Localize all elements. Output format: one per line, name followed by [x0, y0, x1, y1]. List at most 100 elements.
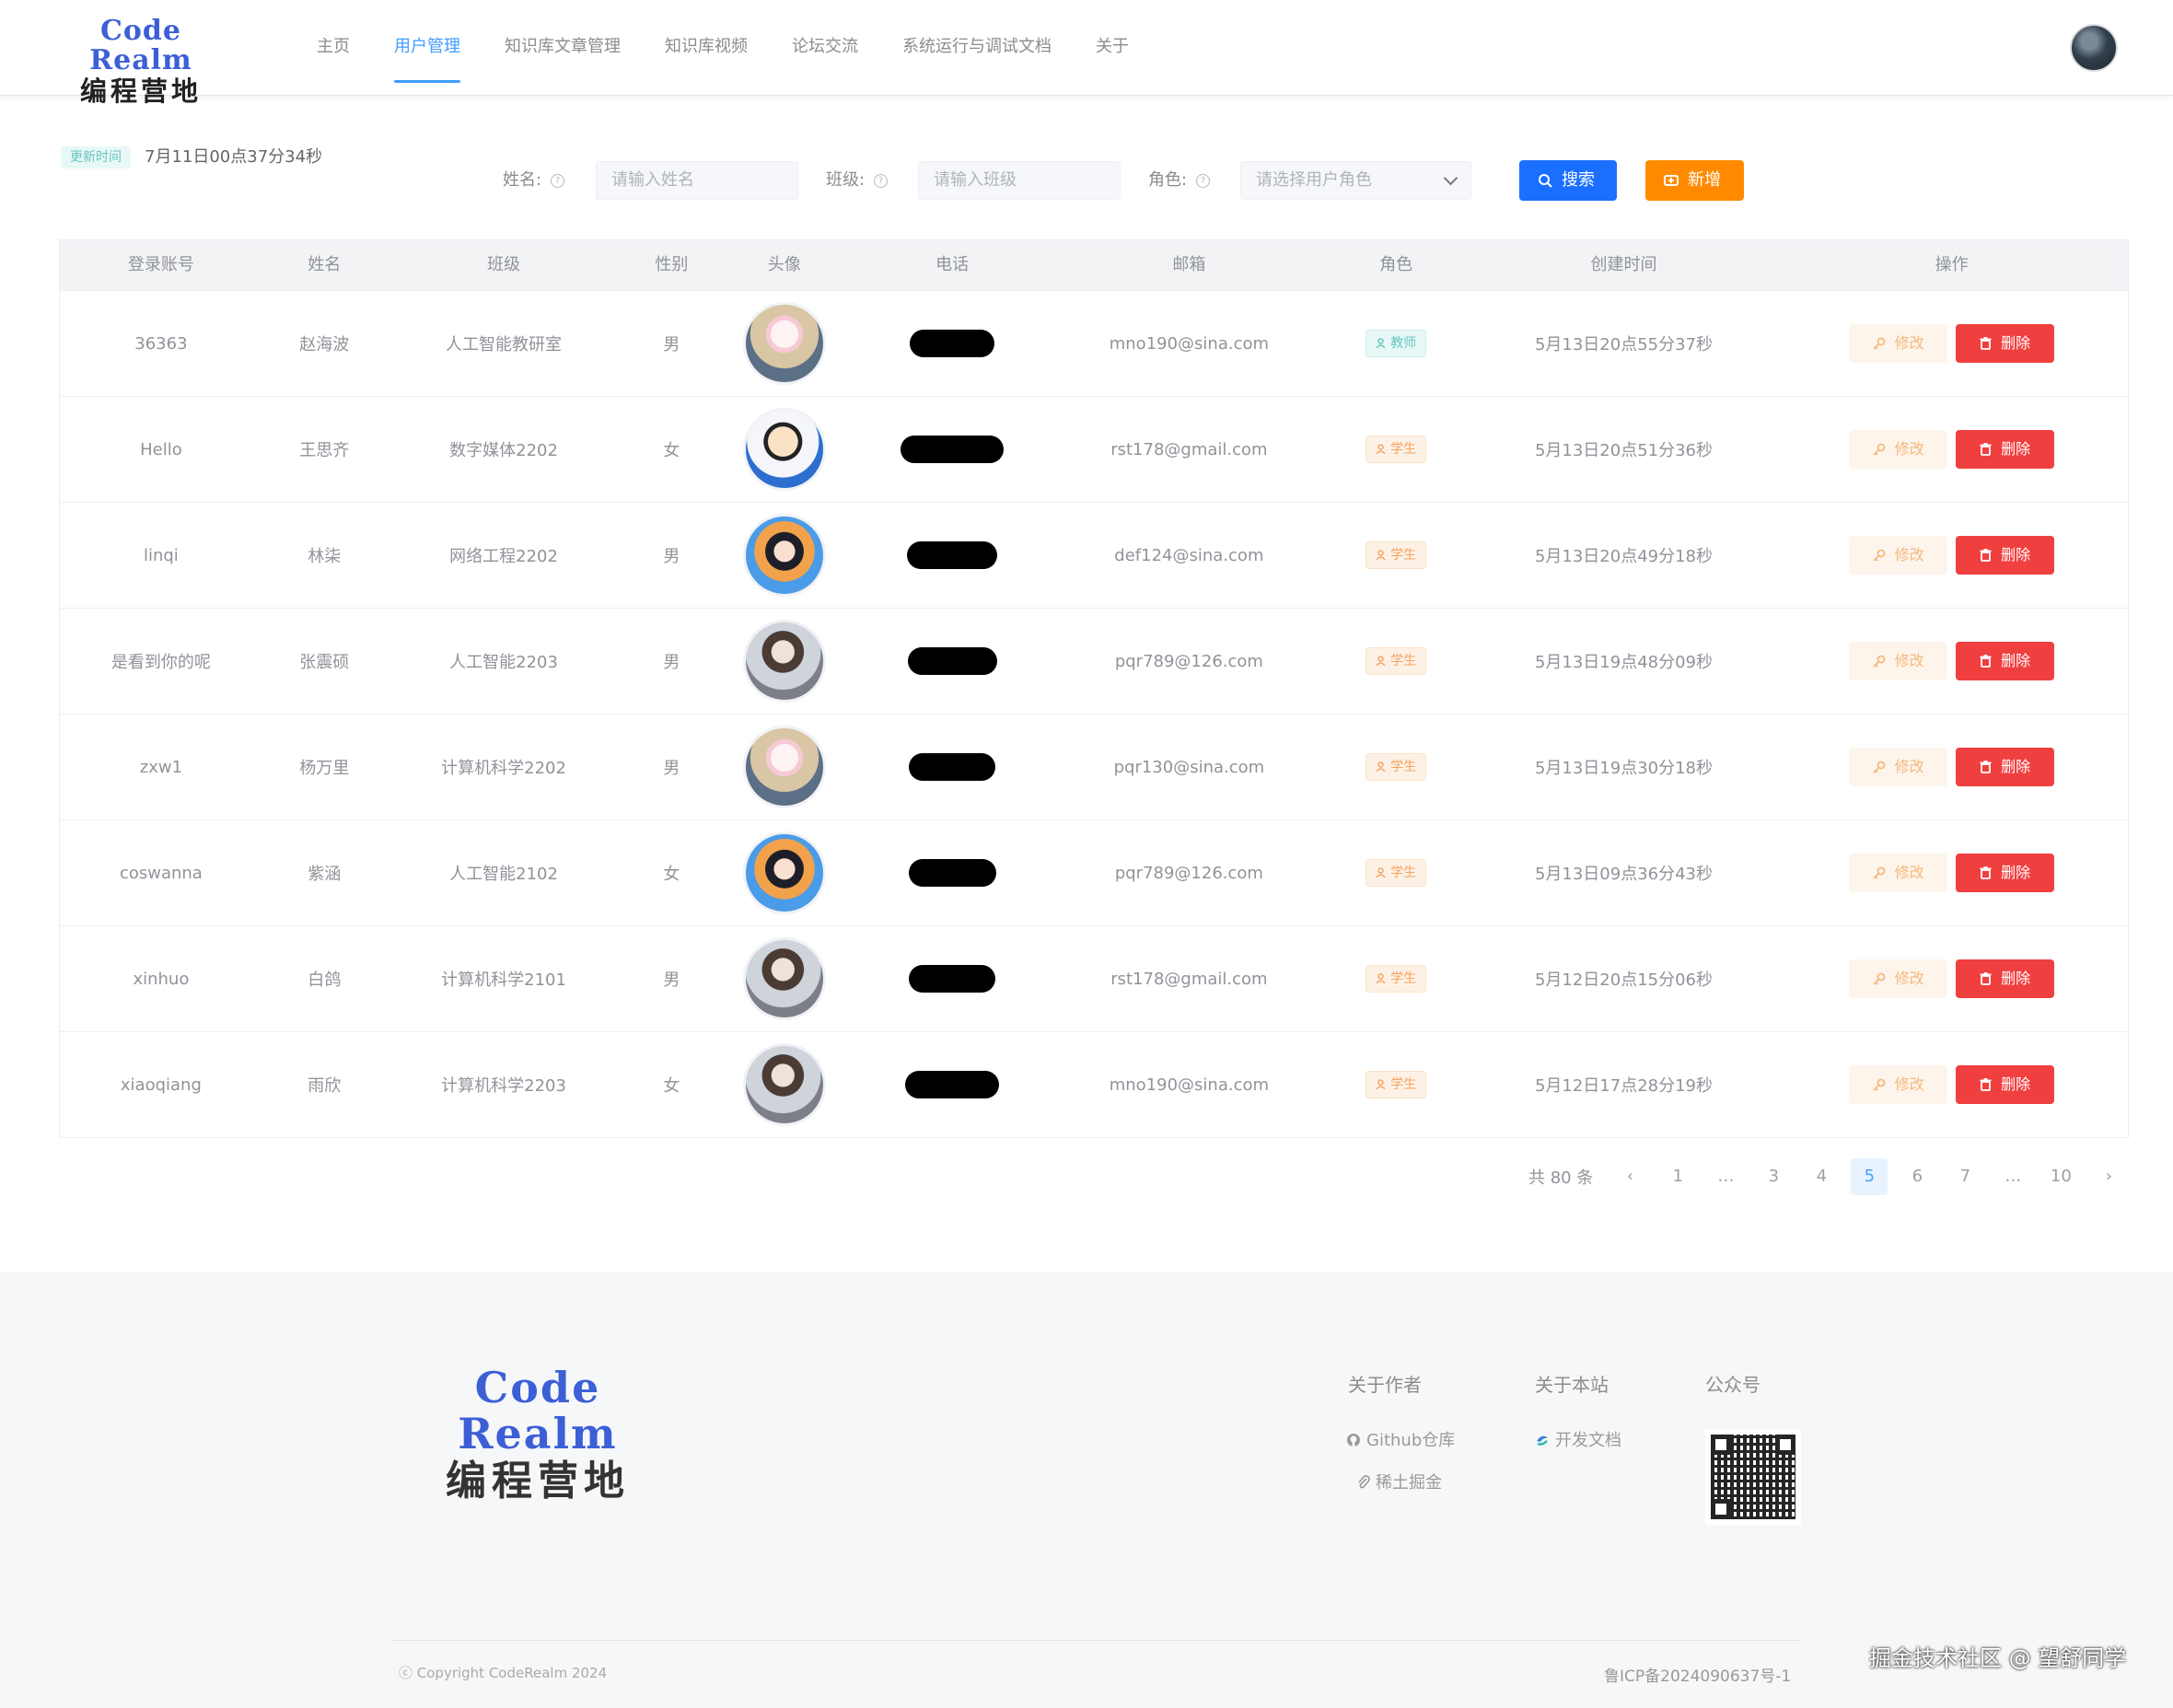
edit-button[interactable]: 修改	[1849, 1065, 1948, 1104]
role-cell: 学生	[1320, 1071, 1472, 1098]
key-icon	[1873, 549, 1886, 562]
juejin-link[interactable]: 稀土掘金	[1357, 1470, 1442, 1493]
github-link-label: Github仓库	[1366, 1431, 1456, 1450]
nav-item[interactable]: 用户管理	[372, 0, 482, 96]
page-number[interactable]: 3	[1755, 1158, 1792, 1195]
name-label: 姓名:?	[503, 166, 565, 195]
site-logo[interactable]: Code Realm 编程营地	[44, 15, 238, 108]
footer-col-wechat: 公众号	[1705, 1374, 1760, 1396]
role-badge: 学生	[1365, 541, 1427, 569]
user-table: 登录账号 姓名 班级 性别 头像 电话 邮箱 角色 创建时间 操作 36363 赵海波 人工智能教研室…	[59, 239, 2129, 1138]
name-search-input[interactable]: 请输入姓名	[596, 161, 798, 200]
docs-link-label: 开发文档	[1555, 1431, 1621, 1450]
site-footer: Code Realm 编程营地 关于作者 关于本站 公众号 Github仓库 稀…	[0, 1272, 2173, 1708]
nav-item[interactable]: 知识库视频	[643, 0, 770, 96]
edit-button[interactable]: 修改	[1849, 959, 1948, 998]
user-avatar[interactable]	[2070, 24, 2118, 72]
email-cell: mno190@sina.com	[1109, 333, 1270, 354]
avatar	[742, 831, 826, 914]
trash-icon	[1980, 866, 1992, 879]
name-cell: 杨万里	[299, 759, 350, 778]
email-cell: rst178@gmail.com	[1110, 439, 1268, 459]
page-number[interactable]: 4	[1803, 1158, 1840, 1195]
page-ellipsis[interactable]: …	[1707, 1158, 1744, 1195]
page-number[interactable]: 1	[1659, 1158, 1696, 1195]
nav-item[interactable]: 系统运行与调试文档	[880, 0, 1074, 96]
role-badge-label: 学生	[1390, 442, 1417, 457]
role-select-placeholder: 请选择用户角色	[1256, 170, 1372, 190]
help-icon[interactable]: ?	[874, 174, 889, 188]
add-user-button[interactable]: 新增	[1645, 160, 1744, 201]
avatar	[742, 408, 826, 491]
prev-page-button[interactable]: ‹	[1611, 1158, 1648, 1195]
page-number[interactable]: 5	[1851, 1158, 1888, 1195]
footer-col-site: 关于本站	[1535, 1374, 1609, 1396]
logo-text-en: Code Realm	[89, 15, 192, 76]
created-time-cell: 5月12日17点28分19秒	[1534, 1076, 1714, 1096]
account-cell: 36363	[134, 333, 188, 354]
page-number[interactable]: 7	[1946, 1158, 1983, 1195]
actions-cell: 修改 删除	[1775, 430, 2128, 469]
class-search-input[interactable]: 请输入班级	[918, 161, 1121, 200]
delete-button[interactable]: 删除	[1956, 1065, 2055, 1104]
user-icon	[1376, 761, 1386, 773]
trash-icon	[1980, 1078, 1992, 1091]
edit-button[interactable]: 修改	[1849, 536, 1948, 575]
help-icon[interactable]: ?	[1196, 174, 1211, 188]
avatar	[742, 1043, 826, 1126]
help-icon[interactable]: ?	[551, 174, 565, 188]
class-label: 班级:?	[826, 166, 889, 195]
redacted-phone	[909, 965, 996, 993]
trash-icon	[1980, 443, 1992, 456]
search-button-label: 搜索	[1562, 170, 1595, 190]
nav-item[interactable]: 关于	[1074, 0, 1151, 96]
page-number[interactable]: 10	[2042, 1158, 2079, 1195]
avatar-cell	[722, 831, 846, 914]
created-time-cell: 5月13日20点49分18秒	[1534, 547, 1714, 566]
actions-cell: 修改 删除	[1775, 1065, 2128, 1104]
delete-button[interactable]: 删除	[1956, 430, 2055, 469]
github-link[interactable]: Github仓库	[1346, 1427, 1455, 1451]
delete-button[interactable]: 删除	[1956, 642, 2055, 680]
phone-cell	[846, 541, 1058, 569]
user-icon	[1376, 656, 1386, 667]
redacted-phone	[909, 753, 996, 781]
column-header: 角色	[1379, 255, 1413, 274]
created-time-cell: 5月13日20点55分37秒	[1534, 335, 1714, 354]
delete-button[interactable]: 删除	[1956, 324, 2055, 363]
next-page-button[interactable]: ›	[2090, 1158, 2127, 1195]
icp-link[interactable]: 鲁ICP备2024090637号-1	[1604, 1663, 1791, 1686]
edit-button[interactable]: 修改	[1849, 854, 1948, 892]
edit-button[interactable]: 修改	[1849, 324, 1948, 363]
role-cell: 学生	[1320, 753, 1472, 781]
delete-button[interactable]: 删除	[1956, 748, 2055, 786]
search-button[interactable]: 搜索	[1519, 160, 1617, 201]
add-button-label: 新增	[1688, 170, 1721, 190]
table-row: coswanna 紫涵 人工智能2102 女 pqr789@126.com 学生 5月13日…	[60, 819, 2128, 925]
copyright-text: ⓒ Copyright CodeRealm 2024	[399, 1665, 608, 1681]
role-cell: 学生	[1320, 541, 1472, 569]
paperclip-icon	[1358, 1475, 1370, 1489]
nav-item[interactable]: 论坛交流	[770, 0, 880, 96]
delete-button[interactable]: 删除	[1956, 959, 2055, 998]
redacted-phone	[907, 541, 998, 569]
edit-button[interactable]: 修改	[1849, 430, 1948, 469]
edit-button[interactable]: 修改	[1849, 748, 1948, 786]
class-cell: 人工智能2102	[449, 865, 558, 884]
nav-item[interactable]: 主页	[295, 0, 372, 96]
trash-icon	[1980, 337, 1992, 350]
page-ellipsis[interactable]: …	[1994, 1158, 2031, 1195]
edit-button[interactable]: 修改	[1849, 642, 1948, 680]
delete-button[interactable]: 删除	[1956, 854, 2055, 892]
role-select[interactable]: 请选择用户角色	[1240, 161, 1471, 200]
phone-cell	[846, 436, 1058, 463]
delete-button[interactable]: 删除	[1956, 536, 2055, 575]
nav-item[interactable]: 知识库文章管理	[482, 0, 643, 96]
page-number[interactable]: 6	[1899, 1158, 1935, 1195]
edit-button-label: 修改	[1894, 652, 1924, 669]
table-row: 是看到你的呢 张震硕 人工智能2203 男 pqr789@126.com 学生 5月13日1…	[60, 608, 2128, 714]
pagination: 共 80 条 ‹ 1 … 3 4 5 6 7 … 10 ›	[1528, 1158, 2138, 1195]
account-cell: coswanna	[119, 863, 203, 883]
footer-divider	[391, 1640, 1801, 1641]
docs-link[interactable]: 开发文档	[1535, 1427, 1621, 1451]
